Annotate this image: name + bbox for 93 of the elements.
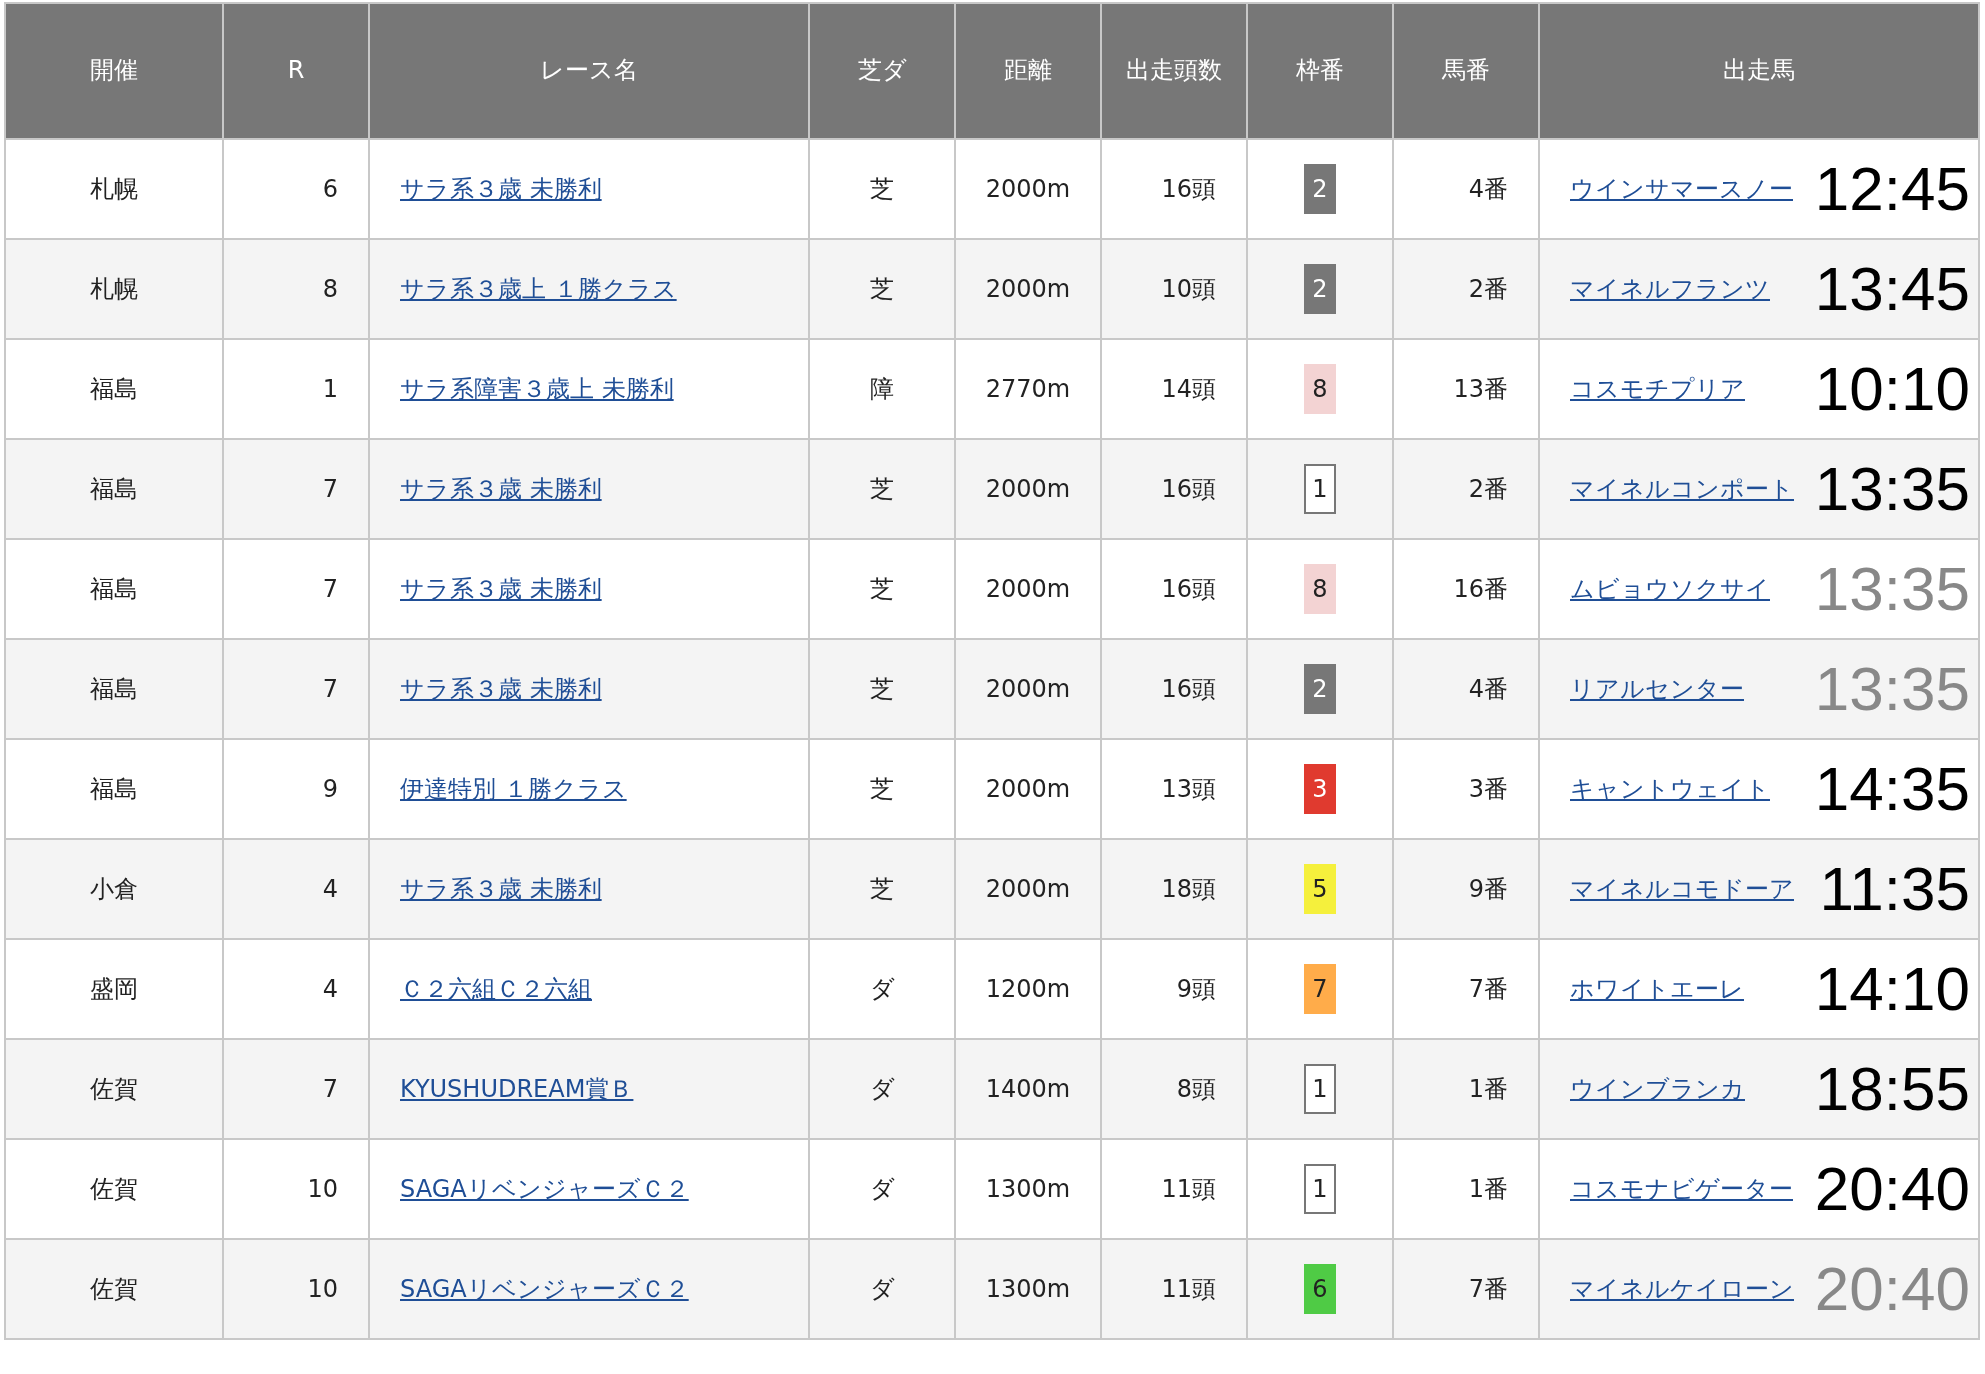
table-cell: 1300m [955, 1239, 1101, 1339]
horse-name-link[interactable]: ウインブランカ [1570, 1073, 1745, 1105]
table-cell: 札幌 [5, 239, 223, 339]
post-time: 13:45 [1814, 258, 1970, 320]
frame-number-badge: 8 [1304, 364, 1336, 414]
table-cell: 8頭 [1101, 1039, 1247, 1139]
column-header: R [223, 3, 369, 139]
table-cell: 福島 [5, 439, 223, 539]
table-cell: 2000m [955, 239, 1101, 339]
post-time: 13:35 [1814, 658, 1970, 720]
horse-name-link[interactable]: マイネルケイローン [1570, 1273, 1794, 1305]
post-time: 13:35 [1814, 458, 1970, 520]
column-header: 距離 [955, 3, 1101, 139]
horse-name-link[interactable]: ムビョウソクサイ [1570, 573, 1770, 605]
table-cell: 佐賀 [5, 1239, 223, 1339]
post-time: 20:40 [1814, 1158, 1970, 1220]
column-header: 枠番 [1247, 3, 1393, 139]
table-cell: 11頭 [1101, 1239, 1247, 1339]
table-cell: ダ [809, 1239, 955, 1339]
table-cell: 10 [223, 1239, 369, 1339]
race-name-link[interactable]: 伊達特別 １勝クラス [400, 775, 627, 803]
horse-name-link[interactable]: コスモチプリア [1570, 373, 1745, 405]
race-name-link[interactable]: サラ系３歳 未勝利 [400, 575, 602, 603]
race-name-link[interactable]: サラ系３歳 未勝利 [400, 475, 602, 503]
frame-number-badge: 1 [1304, 464, 1336, 514]
table-cell: 7番 [1393, 1239, 1539, 1339]
horse-name-link[interactable]: マイネルコモドーア [1570, 873, 1794, 905]
column-header: 芝ダ [809, 3, 955, 139]
table-cell: ダ [809, 1039, 955, 1139]
table-cell: 16頭 [1101, 439, 1247, 539]
race-name-link[interactable]: Ｃ２六組Ｃ２六組 [400, 975, 592, 1003]
horse-name-link[interactable]: コスモナビゲーター [1570, 1173, 1793, 1205]
race-name-link[interactable]: サラ系障害３歳上 未勝利 [400, 375, 674, 403]
frame-number-badge: 8 [1304, 564, 1336, 614]
table-cell: 1番 [1393, 1039, 1539, 1139]
post-time: 10:10 [1814, 358, 1970, 420]
frame-number-badge: 2 [1304, 164, 1336, 214]
table-cell: 10頭 [1101, 239, 1247, 339]
table-cell: 2000m [955, 839, 1101, 939]
table-cell: 4番 [1393, 639, 1539, 739]
table-cell: 8 [223, 239, 369, 339]
frame-number-badge: 6 [1304, 1264, 1336, 1314]
column-header: レース名 [369, 3, 809, 139]
post-time: 20:40 [1814, 1258, 1970, 1320]
post-time: 14:10 [1814, 958, 1970, 1020]
table-cell: 7 [223, 1039, 369, 1139]
table-cell: 芝 [809, 639, 955, 739]
table-cell: 16頭 [1101, 639, 1247, 739]
table-cell: 芝 [809, 839, 955, 939]
race-name-link[interactable]: SAGAリベンジャーズＣ２ [400, 1275, 689, 1303]
horse-name-link[interactable]: リアルセンター [1570, 673, 1744, 705]
table-cell: 2番 [1393, 239, 1539, 339]
column-header: 馬番 [1393, 3, 1539, 139]
horse-name-link[interactable]: マイネルコンポート [1570, 473, 1794, 505]
table-cell: 7 [223, 639, 369, 739]
post-time: 11:35 [1819, 858, 1970, 920]
post-time: 18:55 [1814, 1058, 1970, 1120]
column-header: 出走頭数 [1101, 3, 1247, 139]
table-cell: 2000m [955, 439, 1101, 539]
table-cell: 2000m [955, 639, 1101, 739]
race-name-link[interactable]: サラ系３歳 未勝利 [400, 875, 602, 903]
column-header: 出走馬 [1539, 3, 1979, 139]
post-time: 14:35 [1814, 758, 1970, 820]
table-cell: 芝 [809, 239, 955, 339]
post-time: 12:45 [1814, 158, 1970, 220]
race-name-link[interactable]: KYUSHUDREAM賞Ｂ [400, 1075, 634, 1103]
horse-name-link[interactable]: キャントウェイト [1570, 773, 1770, 805]
frame-number-badge: 5 [1304, 864, 1336, 914]
column-header: 開催 [5, 3, 223, 139]
horse-name-link[interactable]: マイネルフランツ [1570, 273, 1770, 305]
race-name-link[interactable]: SAGAリベンジャーズＣ２ [400, 1175, 689, 1203]
frame-number-badge: 2 [1304, 664, 1336, 714]
table-cell: 小倉 [5, 839, 223, 939]
table-cell: 1400m [955, 1039, 1101, 1139]
frame-number-badge: 7 [1304, 964, 1336, 1014]
frame-number-badge: 1 [1304, 1164, 1336, 1214]
table-cell: 福島 [5, 639, 223, 739]
race-name-link[interactable]: サラ系３歳 未勝利 [400, 675, 602, 703]
table-cell: 18頭 [1101, 839, 1247, 939]
post-time: 13:35 [1814, 558, 1970, 620]
frame-number-badge: 1 [1304, 1064, 1336, 1114]
table-cell: 9番 [1393, 839, 1539, 939]
horse-name-link[interactable]: ホワイトエーレ [1570, 973, 1744, 1005]
table-cell: 7 [223, 439, 369, 539]
frame-number-badge: 2 [1304, 264, 1336, 314]
table-cell: 佐賀 [5, 1039, 223, 1139]
race-name-link[interactable]: サラ系３歳 未勝利 [400, 175, 602, 203]
table-cell: 4 [223, 839, 369, 939]
table-cell: 2番 [1393, 439, 1539, 539]
horse-name-link[interactable]: ウインサマースノー [1570, 173, 1793, 205]
table-cell: 芝 [809, 439, 955, 539]
frame-number-badge: 3 [1304, 764, 1336, 814]
race-name-link[interactable]: サラ系３歳上 １勝クラス [400, 275, 677, 303]
